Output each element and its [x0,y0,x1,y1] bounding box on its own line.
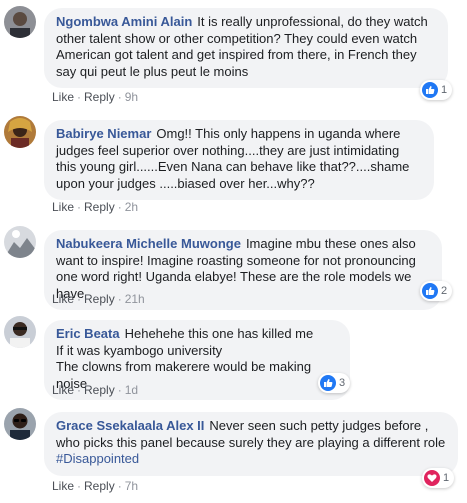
reaction-count[interactable]: 2 [420,281,453,301]
like-link[interactable]: Like [52,292,74,306]
reaction-count[interactable]: 3 [318,373,351,393]
comment-actions: Like · Reply · 7h [52,479,139,493]
comment-actions: Like · Reply · 21h [52,292,145,306]
reaction-number: 3 [339,377,346,389]
like-link[interactable]: Like [52,479,74,493]
reply-link[interactable]: Reply [84,200,115,214]
comment-timestamp[interactable]: 7h [125,479,138,493]
avatar[interactable] [4,116,36,148]
like-link[interactable]: Like [52,90,74,104]
comment-text-line: If it was kyambogo university [56,342,223,358]
comment-bubble: Grace Ssekalaala Alex II Never seen such … [44,412,458,476]
reaction-number: 1 [441,84,448,96]
comment-feed: Ngombwa Amini Alain It is really unprofes… [0,0,467,503]
comment-actions: Like · Reply · 1d [52,383,139,397]
comment-timestamp[interactable]: 9h [125,90,138,104]
reaction-number: 2 [441,285,448,297]
reply-link[interactable]: Reply [84,292,115,306]
avatar[interactable] [4,6,36,38]
reply-link[interactable]: Reply [84,90,115,104]
love-icon [424,470,440,486]
comment-text-line: Hehehehe this one has killed me [124,326,314,341]
comment-author[interactable]: Ngombwa Amini Alain [56,14,192,29]
like-link[interactable]: Like [52,200,74,214]
reaction-number: 1 [443,472,450,484]
comment-author[interactable]: Grace Ssekalaala Alex II [56,418,204,433]
avatar[interactable] [4,408,36,440]
avatar[interactable] [4,226,36,258]
like-icon [422,283,438,299]
like-icon [320,375,336,391]
reply-link[interactable]: Reply [84,479,115,493]
comment-timestamp[interactable]: 1d [125,383,138,397]
reply-link[interactable]: Reply [84,383,115,397]
like-link[interactable]: Like [52,383,74,397]
comment-bubble: Babirye Niemar Omg!! This only happens in… [44,120,434,200]
avatar[interactable] [4,316,36,348]
comment-author[interactable]: Babirye Niemar [56,126,151,141]
comment-author[interactable]: Nabukeera Michelle Muwonge [56,236,241,251]
comment-actions: Like · Reply · 9h [52,90,139,104]
hashtag-link[interactable]: #Disappointed [56,451,139,466]
comment-timestamp[interactable]: 21h [125,292,145,306]
like-icon [422,82,438,98]
reaction-count[interactable]: 1 [420,80,453,100]
comment-bubble: Ngombwa Amini Alain It is really unprofes… [44,8,448,88]
comment-timestamp[interactable]: 2h [125,200,138,214]
comment-author[interactable]: Eric Beata [56,326,120,341]
comment-actions: Like · Reply · 2h [52,200,139,214]
reaction-count[interactable]: 1 [422,468,455,488]
